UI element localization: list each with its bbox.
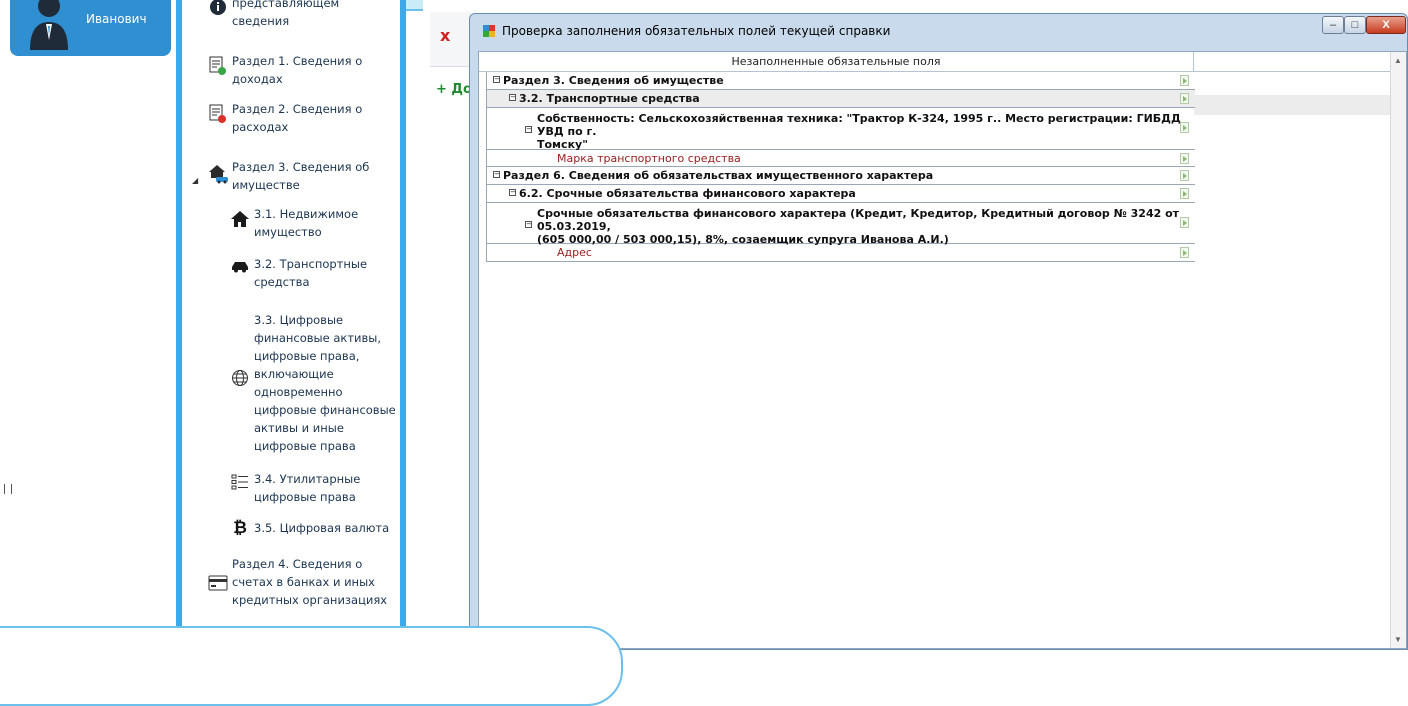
- tree-row-label: Собственность: Сельскохозяйственная техн…: [537, 112, 1195, 151]
- nav-item-r31[interactable]: 3.1. Недвижимое имущество: [226, 205, 358, 241]
- nav-item-razdel1[interactable]: Раздел 1. Сведения о доходах: [204, 52, 362, 88]
- tree-row-label: Срочные обязательства финансового характ…: [537, 207, 1195, 246]
- tree-row-label: 3.2. Транспортные средства: [519, 92, 700, 105]
- expand-toggle-icon[interactable]: ◢: [192, 176, 198, 185]
- user-avatar-icon: [30, 0, 68, 50]
- nav-item-label: 3.1. Недвижимое имущество: [254, 207, 359, 239]
- tree-row-text: Марка транспортного средства: [557, 152, 741, 165]
- nav-item-label: представляющем сведения: [232, 0, 340, 28]
- minimize-button[interactable]: –: [1322, 16, 1344, 34]
- dialog-title-bar[interactable]: Проверка заполнения обязательных полей т…: [482, 24, 890, 38]
- go-to-field-icon[interactable]: [1180, 75, 1189, 86]
- close-icon: X: [1382, 19, 1390, 31]
- tree-row[interactable]: Адрес: [486, 244, 1195, 262]
- tree-row[interactable]: −6.2. Срочные обязательства финансового …: [486, 185, 1195, 203]
- tree-row-text: 6.2. Срочные обязательства финансового х…: [519, 187, 856, 200]
- tree-row-text: 3.2. Транспортные средства: [519, 92, 700, 105]
- tree-row-text: Раздел 6. Сведения об обязательствах иму…: [503, 169, 934, 182]
- nav-item-razdel2[interactable]: Раздел 2. Сведения о расходах: [204, 100, 362, 136]
- nav-item-label: Раздел 2. Сведения о расходах: [232, 102, 363, 134]
- collapse-toggle-icon[interactable]: −: [493, 76, 500, 83]
- nav-item-r35[interactable]: ₿ 3.5. Цифровая валюта: [226, 519, 389, 537]
- tree-row[interactable]: −3.2. Транспортные средства: [486, 90, 1195, 108]
- go-to-field-icon[interactable]: [1180, 153, 1189, 164]
- document-remove-icon: [204, 100, 232, 124]
- maximize-icon: □: [1351, 19, 1359, 31]
- close-button[interactable]: X: [1366, 16, 1406, 34]
- go-to-field-icon[interactable]: [1180, 247, 1189, 258]
- tree-row[interactable]: − Срочные обязательства финансового харак…: [486, 203, 1195, 246]
- add-button[interactable]: + До: [436, 82, 472, 97]
- missing-fields-tree: Незаполненные обязательные поля − Раздел …: [478, 51, 1407, 649]
- tree-row[interactable]: − Раздел 6. Сведения об обязательствах им…: [486, 167, 1195, 185]
- tree-row-label: Адрес: [557, 246, 592, 259]
- collapse-toggle-icon[interactable]: −: [509, 189, 516, 196]
- info-icon: [204, 0, 232, 16]
- go-to-field-icon[interactable]: [1180, 122, 1189, 133]
- app-icon: [483, 25, 495, 37]
- go-to-field-icon[interactable]: [1180, 170, 1189, 181]
- tree-row[interactable]: − Раздел 3. Сведения об имуществе: [486, 72, 1195, 90]
- row-highlight: [1194, 95, 1392, 115]
- nav-item-r34[interactable]: 3.4. Утилитарные цифровые права: [226, 470, 360, 506]
- user-column: Иванович: [0, 0, 176, 650]
- house-car-icon: [204, 158, 232, 184]
- card-icon: [204, 555, 232, 591]
- tree-row-label: 6.2. Срочные обязательства финансового х…: [519, 187, 856, 200]
- tree-row-label: Раздел 6. Сведения об обязательствах иму…: [503, 169, 933, 182]
- tree-row-label: Марка транспортного средства: [557, 152, 741, 165]
- tree-row-text: Адрес: [557, 246, 592, 259]
- collapse-toggle-icon[interactable]: −: [509, 94, 516, 101]
- nav-item-label: Раздел 4. Сведения о счетах в банках и и…: [232, 557, 388, 607]
- splitter-grip-icon[interactable]: [4, 484, 12, 494]
- collapse-toggle-icon[interactable]: −: [493, 171, 500, 178]
- column-header-filler: [1194, 52, 1392, 72]
- nav-item-predstav[interactable]: представляющем сведения: [204, 0, 339, 30]
- check-required-fields-dialog: Проверка заполнения обязательных полей т…: [469, 13, 1408, 650]
- nav-item-label: 3.4. Утилитарные цифровые права: [254, 472, 361, 504]
- nav-panel-border: [400, 0, 406, 650]
- vertical-scrollbar[interactable]: ▲ ▼: [1390, 52, 1406, 648]
- tree-row[interactable]: Марка транспортного средства: [486, 150, 1195, 167]
- tree-row[interactable]: − Собственность: Сельскохозяйственная тех…: [486, 108, 1195, 151]
- tree-row-text: Собственность: Сельскохозяйственная техн…: [537, 112, 1181, 138]
- nav-item-label: 3.2. Транспортные средства: [254, 257, 368, 289]
- globe-icon: [226, 311, 254, 387]
- dialog-title: Проверка заполнения обязательных полей т…: [502, 24, 891, 38]
- minimize-icon: –: [1329, 19, 1337, 31]
- car-icon: [226, 255, 254, 273]
- user-name: Иванович: [86, 12, 147, 26]
- collapse-toggle-icon[interactable]: −: [525, 221, 532, 228]
- nav-item-label: 3.3. Цифровые финансовые активы, цифровы…: [254, 313, 396, 453]
- nav-item-label: Раздел 3. Сведения об имуществе: [232, 160, 370, 192]
- collapse-toggle-icon[interactable]: −: [525, 126, 532, 133]
- nav-item-razdel3[interactable]: Раздел 3. Сведения об имуществе: [204, 158, 369, 194]
- column-header[interactable]: Незаполненные обязательные поля: [479, 52, 1194, 72]
- house-icon: [226, 205, 254, 229]
- user-card[interactable]: Иванович: [10, 0, 171, 56]
- list-icon: [226, 470, 254, 490]
- bitcoin-icon: ₿: [233, 518, 247, 538]
- info-bubble: [0, 626, 623, 706]
- column-header-label: Незаполненные обязательные поля: [731, 55, 941, 68]
- sections-navigation: представляющем сведения Раздел 1. Сведени…: [182, 0, 400, 650]
- nav-item-label: Раздел 1. Сведения о доходах: [232, 54, 363, 86]
- nav-item-r33[interactable]: 3.3. Цифровые финансовые активы, цифровы…: [226, 311, 396, 455]
- nav-item-razdel4[interactable]: Раздел 4. Сведения о счетах в банках и и…: [204, 555, 387, 609]
- nav-item-r32[interactable]: 3.2. Транспортные средства: [226, 255, 367, 291]
- go-to-field-icon[interactable]: [1180, 217, 1189, 228]
- tree-row-label: Раздел 3. Сведения об имуществе: [503, 74, 724, 87]
- tree-row-text: Раздел 3. Сведения об имуществе: [503, 74, 724, 87]
- maximize-button[interactable]: □: [1344, 16, 1366, 34]
- document-add-icon: [204, 52, 232, 76]
- tree-row-text: Срочные обязательства финансового характ…: [537, 207, 1180, 233]
- scroll-up-icon[interactable]: ▲: [1394, 56, 1402, 65]
- nav-item-label: 3.5. Цифровая валюта: [254, 521, 390, 535]
- delete-button[interactable]: x: [440, 26, 450, 45]
- go-to-field-icon[interactable]: [1180, 93, 1189, 104]
- scroll-down-icon[interactable]: ▼: [1394, 635, 1402, 644]
- go-to-field-icon[interactable]: [1180, 188, 1189, 199]
